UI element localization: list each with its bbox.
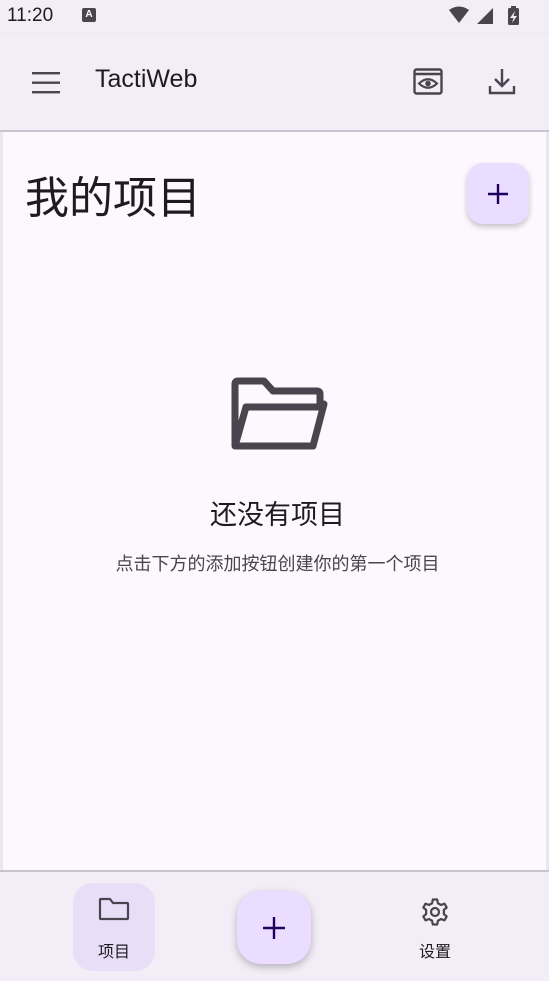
preview-button[interactable] [411, 64, 445, 100]
download-button[interactable] [485, 64, 519, 100]
plus-icon [488, 183, 508, 204]
nav-item-settings[interactable]: 设置 [394, 883, 476, 971]
status-time: 11:20 [7, 5, 54, 26]
plus-icon [263, 916, 285, 939]
status-icons [449, 6, 519, 25]
hamburger-menu-icon [32, 72, 60, 94]
folder-icon [98, 897, 130, 921]
nav-item-projects[interactable]: 项目 [73, 883, 155, 971]
app-title: TactiWeb [95, 65, 198, 93]
battery-icon [508, 6, 519, 25]
add-project-button[interactable] [467, 163, 529, 224]
menu-button[interactable] [26, 65, 66, 101]
page-title: 我的项目 [25, 173, 201, 224]
eye-icon [413, 68, 443, 95]
notification-icon: A [82, 8, 96, 22]
signal-icon [477, 8, 493, 24]
top-app-bar: TactiWeb [0, 34, 549, 132]
nav-label-projects: 项目 [97, 942, 130, 961]
nav-label-settings: 设置 [418, 942, 451, 961]
wifi-icon [449, 6, 469, 23]
empty-state-subtitle: 点击下方的添加按钮创建你的第一个项目 [115, 554, 440, 575]
gear-icon [422, 898, 448, 926]
main-content: 我的项目 还没有项目 点击下方的添加按钮创建你的第一个项目 [0, 132, 549, 870]
status-bar: 11:20 A [0, 0, 549, 34]
download-icon [488, 69, 516, 95]
bottom-navigation: 项目 设置 [0, 870, 549, 981]
folder-open-icon [231, 377, 328, 450]
empty-state-title: 还没有项目 [210, 500, 345, 531]
add-project-fab[interactable] [237, 891, 311, 964]
